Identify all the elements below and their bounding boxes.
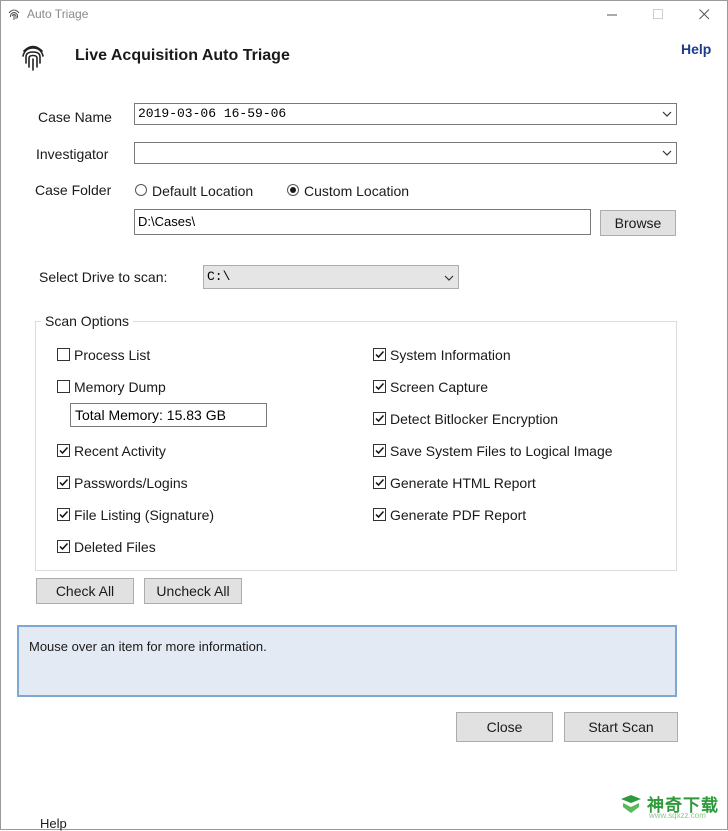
- generate-pdf-report-checkbox[interactable]: [373, 508, 386, 521]
- watermark-subtext: www.sqxzz.com: [649, 811, 706, 820]
- title-bar[interactable]: Auto Triage: [1, 1, 727, 29]
- generate-pdf-report-label[interactable]: Generate PDF Report: [390, 507, 526, 523]
- info-panel: Mouse over an item for more information.: [17, 625, 677, 697]
- case-folder-path-input[interactable]: D:\Cases\: [134, 209, 591, 235]
- fingerprint-icon: [8, 9, 20, 20]
- watermark-logo-icon: [621, 795, 641, 813]
- drive-value: C:\: [207, 269, 231, 284]
- uncheck-all-button[interactable]: Uncheck All: [144, 578, 242, 604]
- screen-capture-label[interactable]: Screen Capture: [390, 379, 488, 395]
- maximize-button[interactable]: [635, 1, 681, 29]
- memory-dump-checkbox[interactable]: [57, 380, 70, 393]
- maximize-icon: [652, 9, 663, 19]
- system-information-label[interactable]: System Information: [390, 347, 511, 363]
- drive-select[interactable]: C:\: [203, 265, 459, 289]
- auto-triage-window: Auto Triage Live Acquisition Auto Triage…: [0, 0, 728, 830]
- memory-dump-label[interactable]: Memory Dump: [74, 379, 166, 395]
- chevron-down-icon: [662, 150, 672, 156]
- chevron-down-icon: [662, 111, 672, 117]
- passwords-logins-label[interactable]: Passwords/Logins: [74, 475, 188, 491]
- process-list-checkbox[interactable]: [57, 348, 70, 361]
- close-window-button[interactable]: [681, 1, 727, 29]
- checkmark-icon: [59, 510, 69, 519]
- info-text: Mouse over an item for more information.: [29, 639, 267, 654]
- deleted-files-label[interactable]: Deleted Files: [74, 539, 156, 555]
- scan-options-title: Scan Options: [41, 313, 134, 329]
- checkmark-icon: [375, 510, 385, 519]
- investigator-label: Investigator: [36, 146, 109, 162]
- browse-button[interactable]: Browse: [600, 210, 676, 236]
- process-list-label[interactable]: Process List: [74, 347, 150, 363]
- minimize-button[interactable]: [589, 1, 635, 29]
- passwords-logins-checkbox[interactable]: [57, 476, 70, 489]
- checkmark-icon: [375, 414, 385, 423]
- total-memory-field: Total Memory: 15.83 GB: [70, 403, 267, 427]
- checkmark-icon: [59, 478, 69, 487]
- case-name-combo[interactable]: 2019-03-06 16-59-06: [134, 103, 677, 125]
- generate-html-report-label[interactable]: Generate HTML Report: [390, 475, 536, 491]
- deleted-files-checkbox[interactable]: [57, 540, 70, 553]
- save-system-files-label[interactable]: Save System Files to Logical Image: [390, 443, 613, 459]
- default-location-label[interactable]: Default Location: [152, 183, 253, 199]
- default-location-radio[interactable]: [135, 184, 147, 196]
- case-folder-path-value: D:\Cases\: [138, 214, 196, 229]
- detect-bitlocker-label[interactable]: Detect Bitlocker Encryption: [390, 411, 558, 427]
- total-memory-value: Total Memory: 15.83 GB: [75, 407, 226, 423]
- recent-activity-checkbox[interactable]: [57, 444, 70, 457]
- file-listing-checkbox[interactable]: [57, 508, 70, 521]
- case-name-label: Case Name: [38, 109, 112, 125]
- investigator-combo[interactable]: [134, 142, 677, 164]
- page-title: Live Acquisition Auto Triage: [75, 47, 290, 64]
- detect-bitlocker-checkbox[interactable]: [373, 412, 386, 425]
- checkmark-icon: [59, 446, 69, 455]
- custom-location-label[interactable]: Custom Location: [304, 183, 409, 199]
- case-folder-label: Case Folder: [35, 182, 112, 198]
- background-help-text: Help: [40, 816, 67, 831]
- start-scan-button[interactable]: Start Scan: [564, 712, 678, 742]
- help-link[interactable]: Help: [681, 41, 711, 57]
- case-name-value: 2019-03-06 16-59-06: [138, 106, 287, 121]
- generate-html-report-checkbox[interactable]: [373, 476, 386, 489]
- system-information-checkbox[interactable]: [373, 348, 386, 361]
- file-listing-label[interactable]: File Listing (Signature): [74, 507, 214, 523]
- custom-location-radio[interactable]: [287, 184, 299, 196]
- checkmark-icon: [375, 382, 385, 391]
- window-title: Auto Triage: [27, 7, 89, 21]
- checkmark-icon: [375, 478, 385, 487]
- minimize-icon: [606, 14, 617, 16]
- recent-activity-label[interactable]: Recent Activity: [74, 443, 166, 459]
- save-system-files-checkbox[interactable]: [373, 444, 386, 457]
- checkmark-icon: [59, 542, 69, 551]
- fingerprint-icon: [22, 45, 44, 71]
- checkmark-icon: [375, 350, 385, 359]
- checkmark-icon: [375, 446, 385, 455]
- close-icon: [698, 9, 709, 20]
- close-button[interactable]: Close: [456, 712, 553, 742]
- chevron-down-icon: [444, 275, 454, 281]
- screen-capture-checkbox[interactable]: [373, 380, 386, 393]
- check-all-button[interactable]: Check All: [36, 578, 134, 604]
- drive-label: Select Drive to scan:: [39, 269, 168, 285]
